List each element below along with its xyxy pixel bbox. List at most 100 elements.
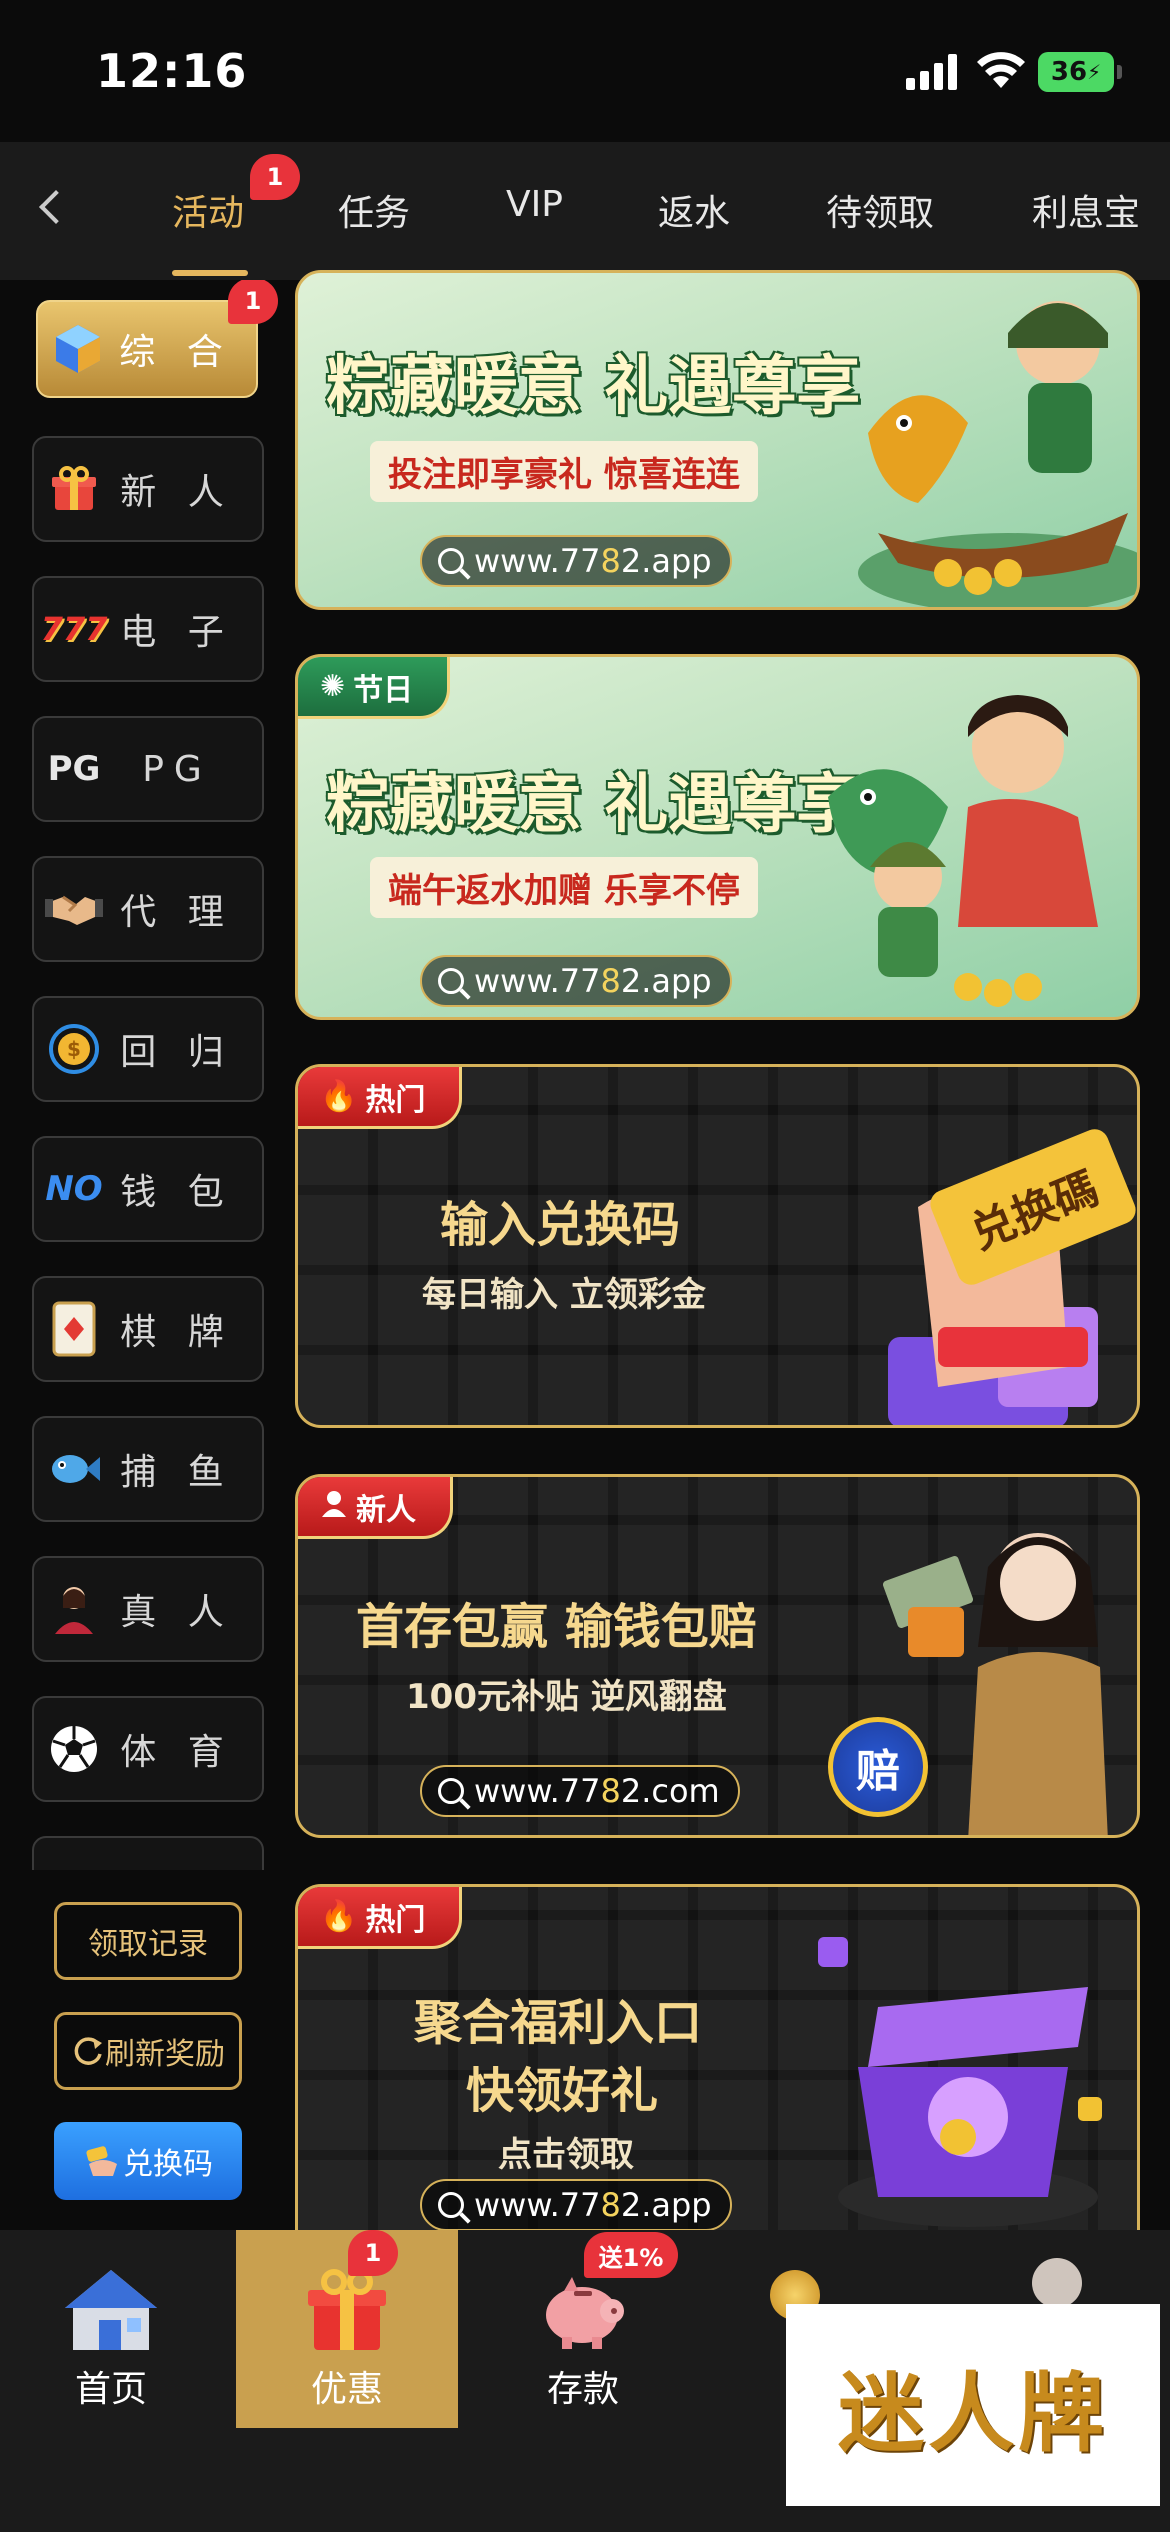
top-tab-bar: 活动 1 任务 VIP 返水 待领取 利息宝 [0, 142, 1170, 280]
battery-icon: 36 ⚡ [1038, 52, 1122, 92]
sidebar-item-slots[interactable]: 777 电 子 [32, 576, 264, 682]
no-wallet-text: NO [45, 1169, 103, 1209]
claim-records-button[interactable]: 领取记录 [54, 1902, 242, 1980]
url-rest: 2.com [620, 1772, 720, 1810]
banner-tag: 新人 [298, 1477, 453, 1539]
banner-tag-label: 节日 [353, 672, 414, 708]
url-prefix: www.77 [474, 542, 601, 580]
battery-level: 36 [1050, 57, 1088, 87]
sidebar-item-label: 新 人 [120, 472, 234, 513]
url-highlight: 8 [600, 1772, 621, 1810]
promo-banner-2[interactable]: ✺ 节日 粽藏暖意 礼遇尊享 端午返水加赠 乐享不停 www.7782.app [295, 654, 1140, 1020]
banner-tag: 🔥 热门 [298, 1067, 463, 1129]
banner-subtitle: 投注即享豪礼 惊喜连连 [370, 441, 758, 502]
url-prefix: www.77 [474, 2186, 601, 2224]
slot-777-text: 777 [40, 610, 108, 648]
tab-interest[interactable]: 利息宝 [1032, 184, 1140, 236]
bottom-nav-promotions[interactable]: 优惠 [236, 2230, 458, 2428]
promo-banner-1[interactable]: 粽藏暖意 礼遇尊享 投注即享豪礼 惊喜连连 www.7782.app [295, 270, 1140, 610]
gift-box-icon [297, 2264, 397, 2354]
banner-tag-label: 热门 [365, 1902, 426, 1938]
magnifier-icon [438, 968, 464, 994]
bottom-nav-home[interactable]: 首页 [0, 2230, 222, 2428]
tab-activities[interactable]: 活动 [172, 184, 244, 236]
banner-subtitle: 100元补贴 逆风翻盘 [406, 1677, 727, 1717]
promo-banner-3[interactable]: 🔥 热门 输入兑换码 每日输入 立领彩金 兑换碼 [295, 1064, 1140, 1428]
banner-subtitle: 每日输入 立领彩金 [422, 1275, 706, 1315]
url-prefix: www.77 [474, 1772, 601, 1810]
sidebar-item-all[interactable]: 综 合 [36, 300, 258, 398]
sidebar-item-return[interactable]: $ 回 归 [32, 996, 264, 1102]
profile-avatar-icon[interactable] [1032, 2258, 1082, 2308]
dragon-boat-illustration [858, 301, 1137, 607]
wifi-icon [977, 52, 1025, 88]
sidebar-footer: 领取记录 刷新奖励 兑换码 [0, 1870, 290, 2230]
banner-title: 首存包赢 输钱包赔 [356, 1599, 757, 1655]
sidebar-item-sports[interactable]: 体 育 [32, 1696, 264, 1802]
sidebar-item-pg[interactable]: PG PG [32, 716, 264, 822]
magnifier-icon [438, 1778, 464, 1804]
banner-url: www.7782.app [420, 955, 732, 1007]
refresh-icon [74, 2037, 102, 2065]
sidebar-item-cards[interactable]: 棋 牌 [32, 1276, 264, 1382]
banner-title-line1: 聚合福利入口 [414, 1995, 703, 2051]
fish-icon [42, 1437, 106, 1501]
tab-rebate[interactable]: 返水 [658, 184, 730, 236]
soccer-ball-icon [42, 1717, 106, 1781]
url-highlight: 8 [600, 962, 621, 1000]
refresh-rewards-button[interactable]: 刷新奖励 [54, 2012, 242, 2090]
sidebar-item-fishing[interactable]: 捕 鱼 [32, 1416, 264, 1522]
sidebar-item-label: 捕 鱼 [120, 1452, 234, 1493]
person-icon [320, 1489, 348, 1525]
banner-subtitle: 端午返水加赠 乐享不停 [370, 857, 758, 918]
status-bar: 12:16 36 ⚡ [0, 0, 1170, 142]
banner-title: 输入兑换码 [440, 1197, 681, 1253]
banner-title-line2: 快领好礼 [466, 2063, 659, 2119]
banner-url: www.7782.app [420, 535, 732, 587]
url-rest: 2.app [620, 542, 712, 580]
sidebar-item-label: 钱 包 [120, 1172, 234, 1213]
banner-tag-label: 新人 [356, 1492, 416, 1528]
url-rest: 2.app [620, 962, 712, 1000]
sidebar-item-label: 回 归 [120, 1032, 234, 1073]
no-wallet-icon: NO [42, 1157, 106, 1221]
sidebar-item-label: 棋 牌 [120, 1312, 234, 1353]
sidebar-item-label: PG [142, 748, 212, 790]
sidebar-item-more[interactable] [32, 1836, 264, 1870]
sidebar-item-label: 代 理 [120, 892, 234, 933]
handshake-icon [42, 877, 106, 941]
banner-url: www.7782.app [420, 2179, 732, 2230]
treasure-box-illustration [818, 1937, 1102, 2227]
banner-tag: 🔥 热门 [298, 1887, 463, 1949]
sidebar-item-new-user[interactable]: 新 人 [32, 436, 264, 542]
banner-url: www.7782.com [420, 1765, 740, 1817]
sidebar-item-agent[interactable]: 代 理 [32, 856, 264, 962]
category-sidebar: 综 合 1 新 人 777 电 子 PG PG 代 理 $ 回 归 NO 钱 包… [0, 280, 290, 1870]
url-highlight: 8 [600, 542, 621, 580]
banner-title: 粽藏暖意 礼遇尊享 [326, 350, 861, 424]
chevron-left-icon [39, 190, 73, 224]
sidebar-item-wallet[interactable]: NO 钱 包 [32, 1136, 264, 1242]
tab-pending[interactable]: 待领取 [826, 184, 934, 236]
deposit-bonus-badge: 送1% [584, 2232, 678, 2278]
sidebar-item-label: 电 子 [120, 612, 234, 653]
sidebar-item-live[interactable]: 真 人 [32, 1556, 264, 1662]
url-prefix: www.77 [474, 962, 601, 1000]
redeem-hand-icon [86, 2146, 117, 2176]
house-icon [61, 2264, 161, 2354]
sidebar-all-badge: 1 [228, 280, 278, 324]
back-button[interactable] [26, 172, 86, 242]
redeem-code-label: 兑换码 [123, 2147, 213, 2182]
gift-icon [42, 457, 106, 521]
dealer-icon [42, 1577, 106, 1641]
tab-tasks[interactable]: 任务 [338, 184, 410, 236]
promo-banner-5[interactable]: 🔥 热门 聚合福利入口 快领好礼 点击领取 www.7782.app [295, 1884, 1140, 2230]
redeem-code-button[interactable]: 兑换码 [54, 2122, 242, 2200]
fire-icon: 🔥 [320, 1899, 358, 1934]
fire-icon: 🔥 [320, 1079, 358, 1114]
tab-vip[interactable]: VIP [506, 184, 563, 225]
promo-banner-4[interactable]: 新人 首存包赢 输钱包赔 100元补贴 逆风翻盘 www.7782.com 赔 [295, 1474, 1140, 1838]
status-time: 12:16 [96, 44, 248, 98]
banner-subtitle: 点击领取 [498, 2135, 634, 2175]
cube-icon [46, 317, 110, 381]
